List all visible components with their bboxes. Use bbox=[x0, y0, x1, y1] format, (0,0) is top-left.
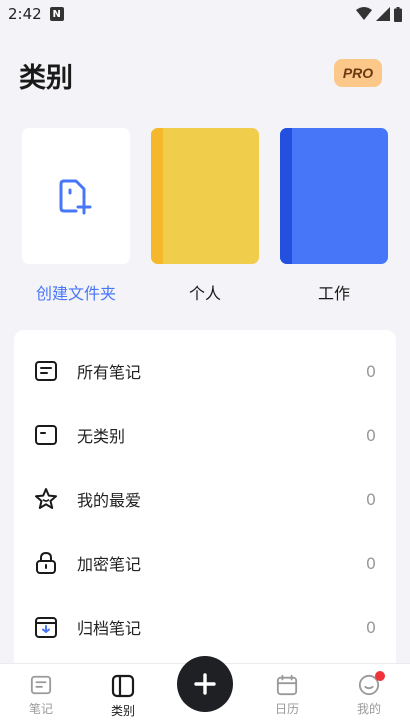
notebook-spine bbox=[280, 128, 292, 264]
archive-icon bbox=[35, 617, 57, 638]
lock-icon bbox=[36, 551, 56, 574]
wifi-icon bbox=[356, 7, 372, 20]
category-archived[interactable]: 归档笔记 0 bbox=[14, 595, 396, 659]
category-list: 所有笔记 0 无类别 0 我的最爱 0 加密笔记 0 归档笔记 0 bbox=[14, 330, 396, 670]
folder-work-cover[interactable] bbox=[280, 128, 388, 264]
nav-calendar[interactable]: 日历 bbox=[257, 674, 317, 717]
plus-icon bbox=[194, 673, 216, 695]
uncategorized-icon bbox=[35, 425, 57, 445]
status-icons bbox=[356, 6, 402, 22]
nav-notes[interactable]: 笔记 bbox=[11, 674, 71, 717]
nav-mine[interactable]: 我的 bbox=[339, 671, 399, 717]
create-folder-label: 创建文件夹 bbox=[35, 284, 116, 303]
status-time: 2:42 bbox=[8, 5, 42, 23]
category-uncategorized[interactable]: 无类别 0 bbox=[14, 403, 396, 467]
create-folder-icon bbox=[59, 179, 92, 215]
folder-personal-label: 个人 bbox=[188, 284, 221, 303]
nav-mine-label: 我的 bbox=[356, 702, 381, 716]
create-folder-card[interactable] bbox=[22, 128, 130, 264]
bottom-nav: 笔记 类别 日历 我的 bbox=[0, 656, 410, 728]
signal-icon bbox=[376, 7, 390, 21]
create-folder-button[interactable]: 创建文件夹 bbox=[22, 128, 132, 303]
category-label: 所有笔记 bbox=[77, 363, 142, 382]
notification-icon: N bbox=[49, 7, 64, 21]
calendar-icon bbox=[276, 674, 298, 696]
category-label: 无类别 bbox=[77, 427, 126, 446]
nav-notes-label: 笔记 bbox=[28, 702, 53, 716]
status-bar: 2:42 N bbox=[0, 0, 410, 28]
category-all-notes[interactable]: 所有笔记 0 bbox=[14, 339, 396, 403]
category-label: 加密笔记 bbox=[77, 555, 142, 574]
folder-personal[interactable]: 个人 bbox=[151, 128, 261, 303]
categories-icon bbox=[111, 674, 135, 698]
notebook-spine bbox=[151, 128, 163, 264]
notification-dot bbox=[375, 671, 385, 681]
nav-categories[interactable]: 类别 bbox=[93, 674, 153, 719]
folder-row: 创建文件夹 个人 工作 bbox=[0, 128, 410, 308]
notes-icon bbox=[35, 361, 57, 381]
category-count: 0 bbox=[365, 553, 376, 573]
category-favorites[interactable]: 我的最爱 0 bbox=[14, 467, 396, 531]
battery-icon bbox=[394, 6, 402, 22]
folder-work-label: 工作 bbox=[317, 284, 350, 303]
notes-icon bbox=[30, 675, 52, 695]
star-icon bbox=[35, 488, 57, 509]
category-label: 归档笔记 bbox=[77, 619, 142, 638]
category-count: 0 bbox=[365, 617, 376, 637]
folder-work[interactable]: 工作 bbox=[280, 128, 390, 303]
pro-badge[interactable]: PRO bbox=[334, 59, 382, 87]
category-count: 0 bbox=[365, 425, 376, 445]
category-count: 0 bbox=[365, 361, 376, 381]
page-title: 类别 bbox=[19, 63, 73, 94]
nav-calendar-label: 日历 bbox=[274, 702, 299, 716]
folder-personal-cover[interactable] bbox=[151, 128, 259, 264]
category-locked[interactable]: 加密笔记 0 bbox=[14, 531, 396, 595]
header: 类别 PRO bbox=[0, 48, 410, 100]
add-note-button[interactable] bbox=[177, 656, 233, 712]
category-count: 0 bbox=[365, 489, 376, 509]
nav-categories-label: 类别 bbox=[110, 704, 135, 718]
category-label: 我的最爱 bbox=[77, 491, 142, 510]
